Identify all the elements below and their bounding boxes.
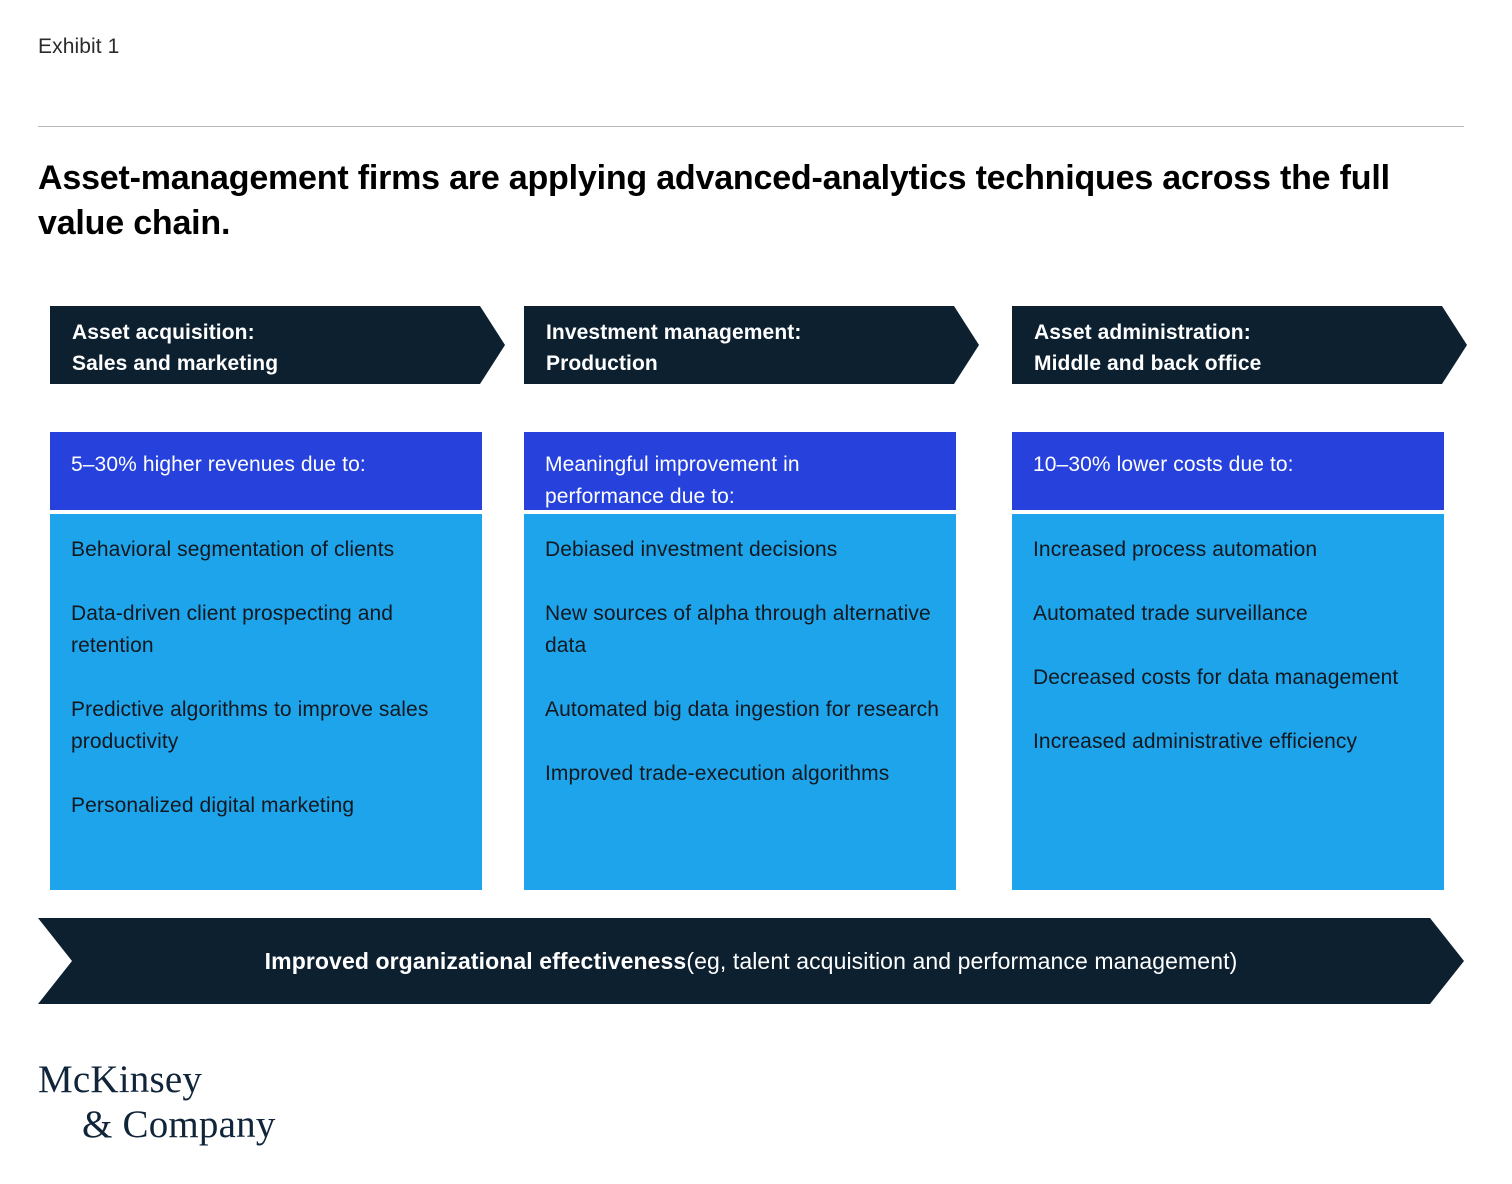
list-item: Improved trade-execution algorithms (545, 762, 890, 785)
benefit-list: Increased process automation Automated t… (1033, 534, 1433, 758)
list-item: Decreased costs for data management (1033, 666, 1399, 689)
value-chain-columns: Asset acquisition: Sales and marketing 5… (50, 306, 1467, 890)
list-item: Behavioral segmentation of clients (71, 538, 395, 561)
list-item: Automated trade surveillance (1033, 602, 1308, 625)
value-chain-column-asset-administration: Asset administration: Middle and back of… (1012, 306, 1467, 890)
list-item: Debiased investment decisions (545, 538, 838, 561)
subheader-asset-acquisition: 5–30% higher revenues due to: (50, 432, 482, 510)
subheader-asset-administration: 10–30% lower costs due to: (1012, 432, 1444, 510)
subheader-line-1: 10–30% lower costs due to: (1033, 453, 1294, 476)
page-title-line-1: Asset-management firms are applying adva… (38, 159, 1271, 197)
chevron-header-text: Investment management: Production (546, 317, 946, 379)
chevron-header-line-1: Investment management: (546, 321, 802, 344)
chevron-header-line-2: Middle and back office (1034, 352, 1262, 375)
benefit-list: Debiased investment decisions New source… (545, 534, 945, 790)
subheader-investment-management: Meaningful improvement in performance du… (524, 432, 956, 510)
list-item: Increased administrative efficiency (1033, 730, 1358, 753)
chevron-header-line-1: Asset acquisition: (72, 321, 255, 344)
subheader-line-1: 5–30% higher revenues due to: (71, 453, 366, 476)
logo-line-1: McKinsey (38, 1058, 203, 1101)
header-divider (38, 126, 1464, 127)
list-item: New sources of alpha through alternative… (545, 602, 931, 657)
subheader-line-2: performance due to: (545, 485, 735, 508)
exhibit-label: Exhibit 1 (38, 35, 120, 58)
body-box-investment-management: Debiased investment decisions New source… (524, 514, 956, 890)
body-box-asset-administration: Increased process automation Automated t… (1012, 514, 1444, 890)
subheader-text: 5–30% higher revenues due to: (50, 432, 482, 481)
chevron-header-asset-acquisition: Asset acquisition: Sales and marketing (50, 306, 505, 384)
chevron-header-investment-management: Investment management: Production (524, 306, 979, 384)
subheader-text: Meaningful improvement in performance du… (524, 432, 956, 513)
exhibit-page: Exhibit 1 Asset-management firms are app… (0, 0, 1512, 1184)
list-item: Automated big data ingestion for researc… (545, 698, 940, 721)
chevron-header-line-2: Sales and marketing (72, 352, 279, 375)
page-title: Asset-management firms are applying adva… (38, 156, 1438, 246)
mckinsey-logo: McKinsey & Company (38, 1057, 276, 1147)
chevron-header-text: Asset acquisition: Sales and marketing (72, 317, 472, 379)
list-item: Increased process automation (1033, 538, 1318, 561)
list-item: Data-driven client prospecting and reten… (71, 602, 394, 657)
list-item: Personalized digital marketing (71, 794, 355, 817)
chevron-header-line-2: Production (546, 352, 658, 375)
bottom-banner-strong-text: Improved organizational effectiveness (264, 947, 687, 974)
chevron-header-asset-administration: Asset administration: Middle and back of… (1012, 306, 1467, 384)
logo-line-2: & Company (82, 1103, 276, 1146)
bottom-banner-rest-text: (eg, talent acquisition and performance … (686, 947, 1238, 974)
subheader-text: 10–30% lower costs due to: (1012, 432, 1444, 481)
body-box-asset-acquisition: Behavioral segmentation of clients Data-… (50, 514, 482, 890)
subheader-line-1: Meaningful improvement in (545, 453, 800, 476)
benefit-list: Behavioral segmentation of clients Data-… (71, 534, 471, 822)
chevron-header-line-1: Asset administration: (1034, 321, 1251, 344)
list-item: Predictive algorithms to improve sales p… (71, 698, 429, 753)
value-chain-column-investment-management: Investment management: Production Meanin… (524, 306, 979, 890)
value-chain-column-asset-acquisition: Asset acquisition: Sales and marketing 5… (50, 306, 505, 890)
bottom-banner-text: Improved organizational effectiveness (e… (38, 918, 1464, 1004)
chevron-header-text: Asset administration: Middle and back of… (1034, 317, 1434, 379)
